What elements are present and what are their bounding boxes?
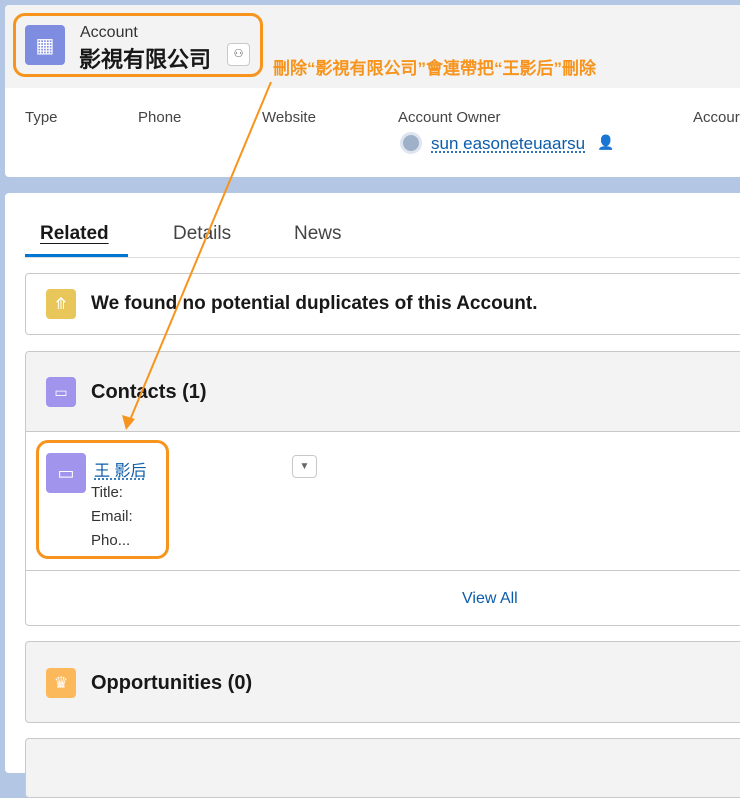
annotation-arrow xyxy=(122,81,272,430)
